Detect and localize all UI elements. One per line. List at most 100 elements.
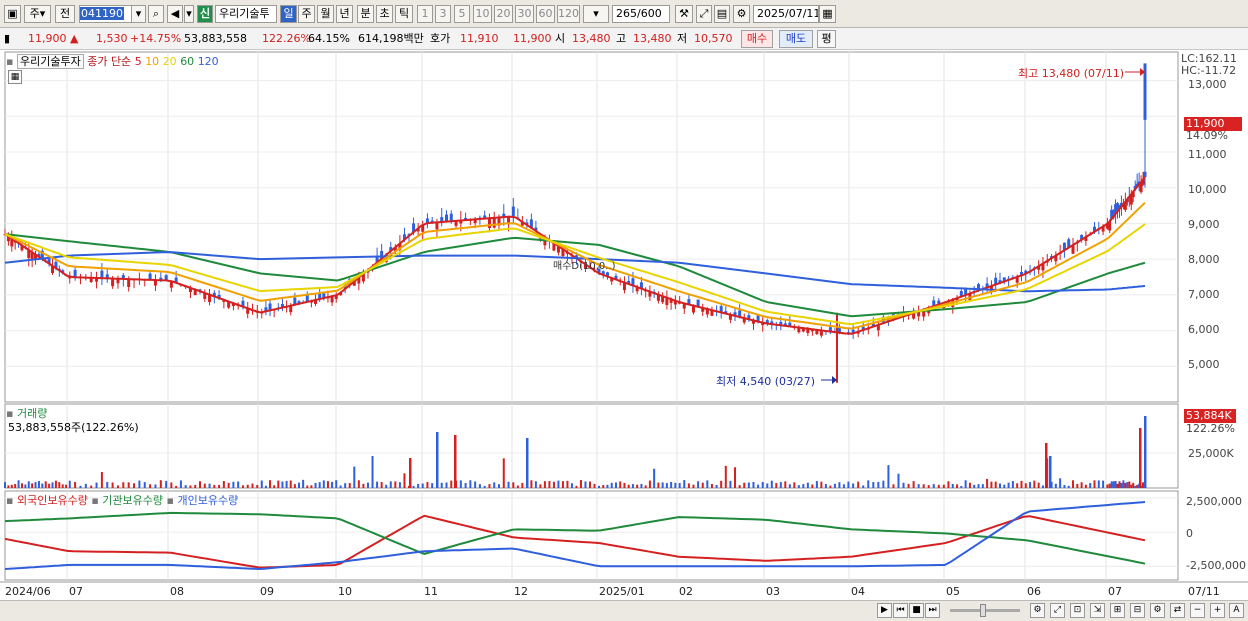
volume-bar: [154, 484, 157, 488]
volume-bar: [41, 483, 44, 488]
volume-bar: [932, 484, 935, 488]
volume-bar: [516, 485, 519, 488]
candle-body: [492, 217, 496, 228]
volume-bar: [644, 485, 647, 488]
volume-bar: [588, 481, 591, 488]
x-tick-last: 07/11: [1188, 585, 1220, 598]
x-tick: 07: [69, 585, 83, 598]
font-size-icon[interactable]: A: [1229, 603, 1244, 618]
volume-bar: [1029, 482, 1032, 488]
y-tick: 6,000: [1188, 323, 1220, 336]
volume-bar: [937, 484, 940, 488]
volume-bar: [4, 482, 6, 488]
last-page-icon[interactable]: ⏭: [925, 603, 940, 618]
volume-bar: [981, 484, 984, 488]
first-page-icon[interactable]: ⏮: [893, 603, 908, 618]
volume-bar: [977, 484, 980, 488]
volume-bar: [218, 484, 221, 488]
volume-bar: [907, 483, 910, 488]
volume-bar: [95, 482, 98, 488]
volume-bar: [58, 482, 61, 488]
data-table-icon[interactable]: ▦: [8, 70, 22, 84]
tool-icon[interactable]: ⊡: [1070, 603, 1085, 618]
stop-icon[interactable]: ■: [909, 603, 924, 618]
volume-bar: [610, 482, 613, 488]
volume-bar: [264, 485, 267, 488]
legend-individual: 개인보유수량: [177, 494, 239, 507]
volume-bar: [285, 480, 288, 488]
volume-bar: [426, 482, 429, 488]
volume-bar: [20, 483, 23, 488]
volume-bar: [273, 485, 276, 488]
volume-bar: [820, 481, 823, 488]
volume-bar: [111, 482, 114, 488]
volume-bar: [951, 483, 954, 488]
volume-bar: [770, 480, 773, 488]
volume-bar: [1142, 482, 1145, 488]
candle-body: [487, 218, 491, 229]
volume-bar: [17, 480, 20, 488]
volume-bar: [1020, 480, 1023, 488]
y-tick: 5,000: [1188, 358, 1220, 371]
panel-menu-icon[interactable]: ▪: [6, 55, 13, 68]
volume-bar: [203, 483, 206, 488]
stock-chart[interactable]: [0, 0, 1248, 621]
volume-bar: [1011, 481, 1014, 488]
tool-icon[interactable]: ⊞: [1110, 603, 1125, 618]
volume-bar: [802, 484, 805, 488]
volume-bar: [241, 485, 244, 488]
minus-icon[interactable]: −: [1190, 603, 1205, 618]
volume-bar: [251, 483, 254, 488]
y-tick: 13,000: [1188, 78, 1227, 91]
x-tick: 10: [338, 585, 352, 598]
x-tick: 2024/06: [5, 585, 51, 598]
volume-bar: [450, 480, 453, 488]
link-icon[interactable]: ⇄: [1170, 603, 1185, 618]
volume-bar: [54, 480, 57, 488]
price-panel-stock-name[interactable]: 우리기술투자: [16, 54, 84, 69]
tool-icon[interactable]: ⊟: [1130, 603, 1145, 618]
volume-bar: [10, 484, 13, 488]
x-tick: 06: [1027, 585, 1041, 598]
volume-bar: [892, 484, 895, 488]
volume-bar: [344, 483, 347, 488]
volume-bar: [811, 484, 814, 488]
volume-bar: [227, 482, 230, 488]
low-annotation: 최저 4,540 (03/27): [716, 375, 816, 388]
zoom-slider-handle[interactable]: [980, 604, 986, 617]
volume-bar: [968, 482, 971, 488]
tool-icon[interactable]: ⚙: [1150, 603, 1165, 618]
volume-bar: [706, 480, 709, 488]
volume-bar: [521, 482, 524, 488]
volume-bar: [143, 482, 146, 488]
volume-bar: [7, 485, 10, 488]
holding-menu-icon[interactable]: ▪: [6, 494, 13, 507]
volume-bar: [766, 483, 769, 488]
holding-y-tick: 0: [1186, 527, 1193, 540]
volume-bar: [627, 484, 630, 488]
volume-bar: [179, 480, 182, 488]
volume-bar: [793, 482, 796, 488]
tool-icon[interactable]: ⇲: [1090, 603, 1105, 618]
y-tick: 10,000: [1188, 183, 1227, 196]
candle-body: [100, 270, 104, 279]
volume-bar: [747, 482, 750, 488]
volume-bar: [445, 482, 448, 488]
scroll-right-icon[interactable]: ▶: [877, 603, 892, 618]
volume-bar: [539, 484, 542, 488]
volume-bar: [648, 480, 651, 488]
bottom-scrollbar: ▶ ⏮ ■ ⏭ ⚙ ⤢ ⊡ ⇲ ⊞ ⊟ ⚙ ⇄ − + A: [0, 600, 1248, 621]
volume-bar: [614, 482, 617, 488]
volume-bar: [1049, 456, 1052, 488]
volume-bar: [331, 481, 334, 488]
volume-bar: [912, 481, 915, 488]
volume-bar: [222, 481, 225, 488]
volume-bar: [502, 458, 505, 488]
plus-icon[interactable]: +: [1210, 603, 1225, 618]
volume-bar: [61, 484, 64, 488]
y-tick: 8,000: [1188, 253, 1220, 266]
volume-bar: [394, 481, 397, 488]
tool-icon[interactable]: ⤢: [1050, 603, 1065, 618]
tool-icon[interactable]: ⚙: [1030, 603, 1045, 618]
price-panel-frame: [4, 51, 1179, 403]
